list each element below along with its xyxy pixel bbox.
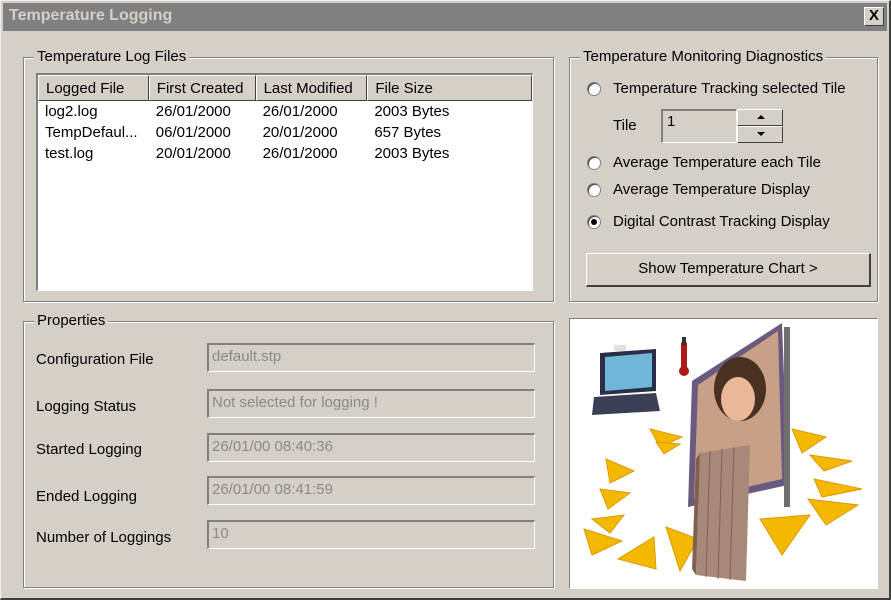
list-item[interactable]: TempDefaul... 06/01/2000 20/01/2000 657 … <box>38 122 532 143</box>
close-button[interactable]: X <box>864 7 884 26</box>
arrow-shape <box>791 428 828 454</box>
arrow-shape <box>806 498 860 526</box>
radio-button-indicator[interactable] <box>587 155 601 170</box>
file-size-cell: 2003 Bytes <box>374 145 450 162</box>
arrow-shape <box>655 441 682 455</box>
chevron-down-icon <box>757 132 765 136</box>
first-created-cell: 26/01/2000 <box>155 103 231 120</box>
radio-button-indicator[interactable] <box>587 81 601 96</box>
arrow-shape <box>759 514 812 556</box>
log-files-group-title: Temperature Log Files <box>34 48 190 66</box>
column-header-first-created[interactable]: First Created <box>148 75 256 101</box>
ended-logging-label: Ended Logging <box>36 488 137 505</box>
diagnostics-group-title: Temperature Monitoring Diagnostics <box>580 48 827 66</box>
show-temperature-chart-button[interactable]: Show Temperature Chart > <box>586 253 871 287</box>
radio-button-indicator[interactable] <box>587 182 601 197</box>
number-of-loggings-label: Number of Loggings <box>36 529 172 546</box>
title-bar[interactable]: Temperature Logging X <box>3 3 887 31</box>
configuration-file-field: default.stp <box>207 343 535 372</box>
arrow-shape <box>813 478 863 498</box>
number-of-loggings-field: 10 <box>207 520 535 549</box>
logging-status-field: Not selected for logging ! <box>207 389 535 418</box>
logged-file-cell: test.log <box>45 145 94 162</box>
illustration-panel <box>569 318 878 589</box>
tile-number-input[interactable]: 1 <box>661 109 737 143</box>
logged-file-cell: log2.log <box>45 103 98 120</box>
arrow-shape <box>808 454 853 472</box>
tile-increment-button[interactable] <box>737 109 783 126</box>
thermometer-icon <box>679 337 689 376</box>
first-created-cell: 06/01/2000 <box>155 124 231 141</box>
logged-file-cell: TempDefaul... <box>45 124 138 141</box>
column-header-file-size[interactable]: File Size <box>367 75 532 101</box>
window-title: Temperature Logging <box>9 7 173 24</box>
arrow-shape <box>616 536 657 570</box>
list-item[interactable]: test.log 20/01/2000 26/01/2000 2003 Byte… <box>38 143 532 164</box>
radio-label: Average Temperature Display <box>613 181 811 198</box>
radio-average-temperature-each-tile[interactable]: Average Temperature each Tile <box>587 154 821 171</box>
laptop-icon <box>592 345 660 415</box>
last-modified-cell: 20/01/2000 <box>262 124 338 141</box>
last-modified-cell: 26/01/2000 <box>262 145 338 162</box>
radio-button-indicator[interactable] <box>587 214 601 229</box>
arrow-shape <box>583 528 624 556</box>
arrow-shape <box>590 514 626 534</box>
illustration-image <box>583 323 863 581</box>
started-logging-field: 26/01/00 08:40:36 <box>207 433 535 462</box>
radio-temperature-tracking-selected-tile[interactable]: Temperature Tracking selected Tile <box>587 80 846 97</box>
led-tile-icon <box>692 445 750 581</box>
file-size-cell: 657 Bytes <box>374 124 442 141</box>
arrow-shape <box>599 488 632 510</box>
chevron-up-icon <box>757 115 765 119</box>
file-size-cell: 2003 Bytes <box>374 103 450 120</box>
radio-selected-dot <box>591 218 597 225</box>
column-header-logged-file[interactable]: Logged File <box>38 75 149 101</box>
configuration-file-label: Configuration File <box>36 351 154 368</box>
properties-group-title: Properties <box>34 312 109 330</box>
list-header: Logged File First Created Last Modified … <box>38 75 532 101</box>
radio-label: Average Temperature each Tile <box>613 154 821 171</box>
last-modified-cell: 26/01/2000 <box>262 103 338 120</box>
ended-logging-field: 26/01/00 08:41:59 <box>207 476 535 505</box>
started-logging-label: Started Logging <box>36 441 142 458</box>
tile-decrement-button[interactable] <box>737 126 783 143</box>
temperature-logging-window: Temperature Logging X Temperature Log Fi… <box>0 0 891 600</box>
arrow-shape <box>605 458 636 484</box>
log-files-list[interactable]: Logged File First Created Last Modified … <box>36 73 533 291</box>
logging-status-label: Logging Status <box>36 398 137 415</box>
first-created-cell: 20/01/2000 <box>155 145 231 162</box>
radio-label: Digital Contrast Tracking Display <box>613 213 830 230</box>
list-item[interactable]: log2.log 26/01/2000 26/01/2000 2003 Byte… <box>38 101 532 122</box>
column-header-last-modified[interactable]: Last Modified <box>255 75 368 101</box>
tile-label: Tile <box>613 117 637 134</box>
radio-label: Temperature Tracking selected Tile <box>613 80 846 97</box>
radio-average-temperature-display[interactable]: Average Temperature Display <box>587 181 810 198</box>
radio-digital-contrast-tracking-display[interactable]: Digital Contrast Tracking Display <box>587 213 830 230</box>
